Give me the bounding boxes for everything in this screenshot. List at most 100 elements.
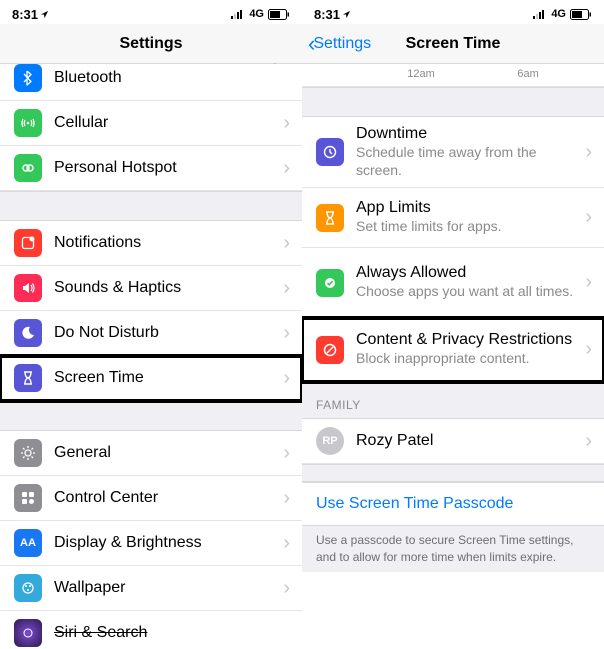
status-carrier: 4G bbox=[249, 8, 264, 20]
family-member-name: Rozy Patel bbox=[356, 432, 585, 450]
axis-label: 6am bbox=[517, 68, 538, 80]
row-label: Screen Time bbox=[54, 369, 283, 387]
row-hotspot[interactable]: Personal Hotspot › bbox=[0, 146, 302, 191]
row-label: Do Not Disturb bbox=[54, 324, 283, 342]
row-label: Control Center bbox=[54, 489, 283, 507]
option-subtitle: Block inappropriate content. bbox=[356, 350, 585, 368]
axis-label: 12am bbox=[407, 68, 435, 80]
row-bluetooth[interactable]: Bluetooth bbox=[0, 64, 302, 101]
battery-icon bbox=[268, 9, 290, 20]
row-dnd[interactable]: Do Not Disturb › bbox=[0, 311, 302, 356]
row-cellular[interactable]: Cellular › bbox=[0, 101, 302, 146]
restriction-icon bbox=[316, 336, 344, 364]
location-icon bbox=[40, 10, 49, 19]
settings-screen: 8:31 4G Settings Not Connected › Bluetoo… bbox=[0, 0, 302, 649]
row-siri[interactable]: Siri & Search bbox=[0, 611, 302, 647]
row-content-privacy[interactable]: Content & Privacy RestrictionsBlock inap… bbox=[302, 318, 604, 382]
signal-icon bbox=[231, 9, 245, 19]
row-family-member[interactable]: RP Rozy Patel › bbox=[302, 419, 604, 464]
nav-bar: Settings bbox=[0, 24, 302, 64]
row-screentime[interactable]: Screen Time › bbox=[0, 356, 302, 401]
nav-bar: ‹ Settings Screen Time bbox=[302, 24, 604, 64]
chevron-right-icon: › bbox=[283, 232, 290, 255]
status-bar: 8:31 4G bbox=[302, 0, 604, 24]
section-divider bbox=[0, 401, 302, 431]
option-subtitle: Set time limits for apps. bbox=[356, 218, 585, 236]
back-label: Settings bbox=[313, 35, 371, 53]
footnote-text: Use a passcode to secure Screen Time set… bbox=[302, 526, 604, 572]
hourglass-icon bbox=[14, 364, 42, 392]
row-label: General bbox=[54, 444, 283, 462]
row-notifications[interactable]: Notifications › bbox=[0, 221, 302, 266]
page-title: Screen Time bbox=[406, 35, 501, 53]
siri-icon bbox=[14, 619, 42, 647]
row-general[interactable]: General › bbox=[0, 431, 302, 476]
chevron-right-icon: › bbox=[283, 157, 290, 180]
option-subtitle: Choose apps you want at all times. bbox=[356, 283, 585, 301]
battery-icon bbox=[570, 9, 592, 20]
chevron-right-icon: › bbox=[283, 442, 290, 465]
cellular-icon bbox=[14, 109, 42, 137]
section-header-family: FAMILY bbox=[302, 382, 604, 419]
row-applimits[interactable]: App LimitsSet time limits for apps. › bbox=[302, 188, 604, 248]
bluetooth-icon bbox=[14, 64, 42, 92]
row-label: Cellular bbox=[54, 114, 283, 132]
screentime-options: DowntimeSchedule time away from the scre… bbox=[302, 117, 604, 382]
page-title: Settings bbox=[119, 35, 182, 53]
hourglass-icon bbox=[316, 204, 344, 232]
row-label: Personal Hotspot bbox=[54, 159, 283, 177]
chevron-right-icon: › bbox=[283, 577, 290, 600]
use-passcode-button[interactable]: Use Screen Time Passcode bbox=[302, 482, 604, 526]
chart-axis-partial: 12am 6am bbox=[302, 64, 604, 87]
chevron-right-icon: › bbox=[283, 532, 290, 555]
chevron-right-icon: › bbox=[585, 430, 592, 453]
status-carrier: 4G bbox=[551, 8, 566, 20]
chevron-right-icon: › bbox=[283, 487, 290, 510]
notifications-icon bbox=[14, 229, 42, 257]
section-divider bbox=[302, 464, 604, 482]
settings-list: Bluetooth Cellular › Personal Hotspot › … bbox=[0, 64, 302, 647]
moon-icon bbox=[14, 319, 42, 347]
option-title: Always Allowed bbox=[356, 264, 585, 282]
gear-icon bbox=[14, 439, 42, 467]
screentime-screen: 8:31 4G ‹ Settings Screen Time 12am 6am … bbox=[302, 0, 604, 649]
control-center-icon bbox=[14, 484, 42, 512]
downtime-icon bbox=[316, 138, 344, 166]
check-icon bbox=[316, 269, 344, 297]
chevron-right-icon: › bbox=[585, 271, 592, 294]
row-wallpaper[interactable]: Wallpaper › bbox=[0, 566, 302, 611]
chevron-right-icon: › bbox=[585, 206, 592, 229]
row-sounds[interactable]: Sounds & Haptics › bbox=[0, 266, 302, 311]
row-label: Siri & Search bbox=[54, 624, 290, 642]
display-icon: AA bbox=[14, 529, 42, 557]
option-title: App Limits bbox=[356, 199, 585, 217]
status-time: 8:31 bbox=[314, 7, 340, 22]
option-title: Content & Privacy Restrictions bbox=[356, 331, 585, 349]
sounds-icon bbox=[14, 274, 42, 302]
section-divider bbox=[302, 87, 604, 117]
option-subtitle: Schedule time away from the screen. bbox=[356, 144, 585, 179]
row-label: Display & Brightness bbox=[54, 534, 283, 552]
signal-icon bbox=[533, 9, 547, 19]
chevron-right-icon: › bbox=[283, 367, 290, 390]
section-divider bbox=[0, 191, 302, 221]
status-time: 8:31 bbox=[12, 7, 38, 22]
chevron-right-icon: › bbox=[283, 277, 290, 300]
row-label: Bluetooth bbox=[54, 69, 290, 87]
row-display[interactable]: AA Display & Brightness › bbox=[0, 521, 302, 566]
row-controlcenter[interactable]: Control Center › bbox=[0, 476, 302, 521]
hotspot-icon bbox=[14, 154, 42, 182]
row-label: Wallpaper bbox=[54, 579, 283, 597]
location-icon bbox=[342, 10, 351, 19]
chevron-right-icon: › bbox=[585, 338, 592, 361]
chevron-right-icon: › bbox=[585, 141, 592, 164]
wallpaper-icon bbox=[14, 574, 42, 602]
avatar: RP bbox=[316, 427, 344, 455]
chevron-right-icon: › bbox=[283, 112, 290, 135]
chevron-right-icon: › bbox=[283, 322, 290, 345]
row-label: Notifications bbox=[54, 234, 283, 252]
row-downtime[interactable]: DowntimeSchedule time away from the scre… bbox=[302, 117, 604, 188]
row-alwaysallowed[interactable]: Always AllowedChoose apps you want at al… bbox=[302, 248, 604, 318]
row-label: Sounds & Haptics bbox=[54, 279, 283, 297]
back-button[interactable]: ‹ Settings bbox=[308, 33, 371, 55]
